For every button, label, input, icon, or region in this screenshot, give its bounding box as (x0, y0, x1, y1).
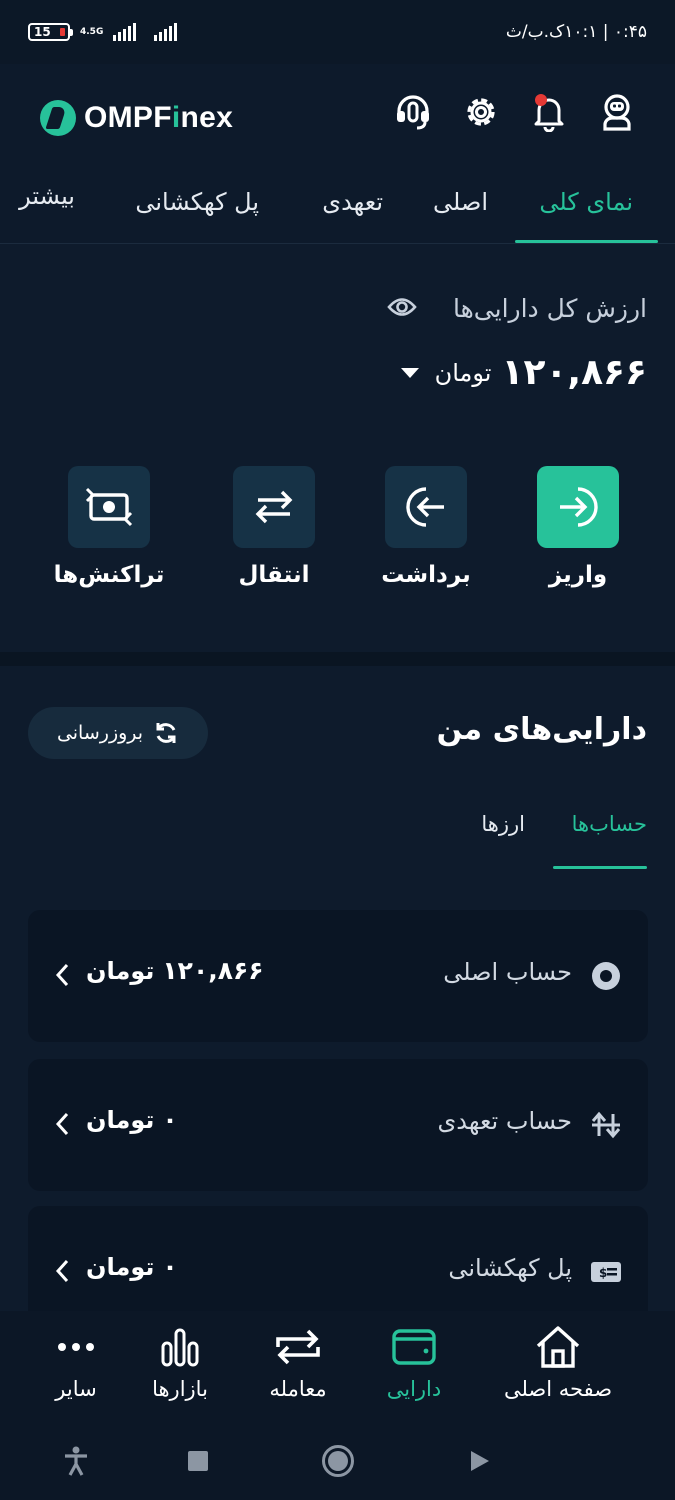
recents-icon[interactable] (180, 1443, 216, 1479)
signal-icon-2 (154, 23, 178, 41)
dollar-card-icon: $ (591, 1262, 621, 1282)
active-subtab-indicator (553, 866, 647, 869)
account-name: پل کهکشانی (448, 1254, 572, 1282)
chevron-left-icon (55, 1112, 69, 1136)
app-logo[interactable]: OMPFinex (40, 100, 233, 136)
total-value-number: ۱۲۰,۸۶۶ (501, 352, 647, 393)
battery-icon: 15 (28, 23, 73, 41)
section-divider (0, 652, 675, 666)
swap-icon (276, 1329, 320, 1365)
battery-level: 15 (34, 25, 51, 39)
wallet-icon (392, 1329, 436, 1365)
deposit-button[interactable]: واریز (518, 466, 638, 588)
bars-icon (161, 1328, 199, 1367)
transactions-icon (68, 466, 150, 548)
eye-icon[interactable] (387, 296, 417, 318)
bell-icon[interactable] (529, 92, 569, 133)
account-name: حساب اصلی (443, 958, 572, 986)
transfer-label: انتقال (238, 562, 310, 588)
astronaut-icon[interactable] (597, 92, 637, 132)
nav-more[interactable]: سایر (6, 1323, 146, 1401)
deposit-label: واریز (548, 562, 608, 588)
nav-more-label: سایر (55, 1377, 97, 1401)
status-bar: 15 4.5G ۰:۴۵ | ۱۰:۱ک.ب/ث (0, 0, 675, 64)
account-value: ۱۲۰,۸۶۶ تومان (86, 956, 264, 985)
network-type: 4.5G (80, 26, 104, 37)
total-assets-label: ارزش کل دارایی‌ها (452, 294, 647, 323)
signal-icon (113, 23, 137, 41)
app-header: OMPFinex (0, 64, 675, 174)
more-icon (58, 1343, 94, 1351)
withdraw-button[interactable]: برداشت (366, 466, 486, 588)
transfer-icon (233, 466, 315, 548)
status-indicators: 15 4.5G (28, 23, 178, 41)
my-assets-title: دارایی‌های من (436, 712, 647, 747)
headset-icon[interactable] (393, 92, 433, 132)
system-navigation-bar (0, 1421, 675, 1500)
account-value: ۰ تومان (86, 1252, 178, 1281)
refresh-icon (156, 723, 176, 743)
total-value-currency: تومان (434, 358, 492, 387)
my-assets-section: دارایی‌های من بروزرسانی حساب‌ها ارزها حس… (0, 666, 675, 1338)
transactions-label: تراکنش‌ها (53, 562, 165, 588)
status-time: ۰:۴۵ | ۱۰:۱ک.ب/ث (505, 22, 647, 42)
home-circle-icon[interactable] (320, 1443, 356, 1479)
account-name: حساب تعهدی (437, 1107, 572, 1135)
chevron-left-icon (55, 1259, 69, 1283)
tab-currencies[interactable]: ارزها (481, 812, 525, 836)
back-icon[interactable] (462, 1443, 498, 1479)
active-tab-indicator (515, 240, 658, 243)
transactions-button[interactable]: تراکنش‌ها (49, 466, 169, 588)
svg-text:$: $ (599, 1266, 607, 1280)
bottom-navigation: صفحه اصلی دارایی معامله بازارها سایر (0, 1311, 675, 1421)
nav-home[interactable]: صفحه اصلی (488, 1323, 628, 1401)
logo-text: OMPFinex (84, 101, 234, 134)
accessibility-icon[interactable] (58, 1443, 94, 1479)
gear-icon[interactable] (461, 92, 501, 132)
withdraw-label: برداشت (381, 562, 471, 588)
total-assets-value[interactable]: ۱۲۰,۸۶۶ تومان (400, 352, 647, 393)
asset-summary: ارزش کل دارایی‌ها ۱۲۰,۸۶۶ تومان واریز بر… (0, 244, 675, 652)
tab-main[interactable]: اصلی (433, 188, 488, 216)
chevron-left-icon (55, 963, 69, 987)
withdraw-icon (385, 466, 467, 548)
caret-down-icon[interactable] (400, 367, 419, 378)
top-tabs: نمای کلی اصلی تعهدی پل کهکشانی بیشتر (0, 174, 675, 244)
transfer-button[interactable]: انتقال (214, 466, 334, 588)
arrows-vertical-icon (591, 1111, 621, 1139)
radio-dot-icon (592, 962, 620, 990)
logo-mark-icon (40, 100, 76, 136)
tab-galaxy-bridge[interactable]: پل کهکشانی (135, 188, 259, 216)
refresh-label: بروزرسانی (56, 722, 144, 744)
tab-margin[interactable]: تعهدی (322, 188, 383, 216)
tab-overview[interactable]: نمای کلی (539, 188, 633, 216)
tab-more[interactable]: بیشتر (19, 182, 75, 210)
tab-accounts[interactable]: حساب‌ها (572, 812, 647, 836)
deposit-icon (537, 466, 619, 548)
account-card-margin[interactable]: حساب تعهدی ۰ تومان (28, 1059, 648, 1191)
header-actions (393, 92, 637, 133)
account-value: ۰ تومان (86, 1105, 178, 1134)
refresh-button[interactable]: بروزرسانی (28, 707, 208, 759)
home-icon (536, 1326, 580, 1368)
nav-home-label: صفحه اصلی (503, 1377, 613, 1401)
account-card-main[interactable]: حساب اصلی ۱۲۰,۸۶۶ تومان (28, 910, 648, 1042)
